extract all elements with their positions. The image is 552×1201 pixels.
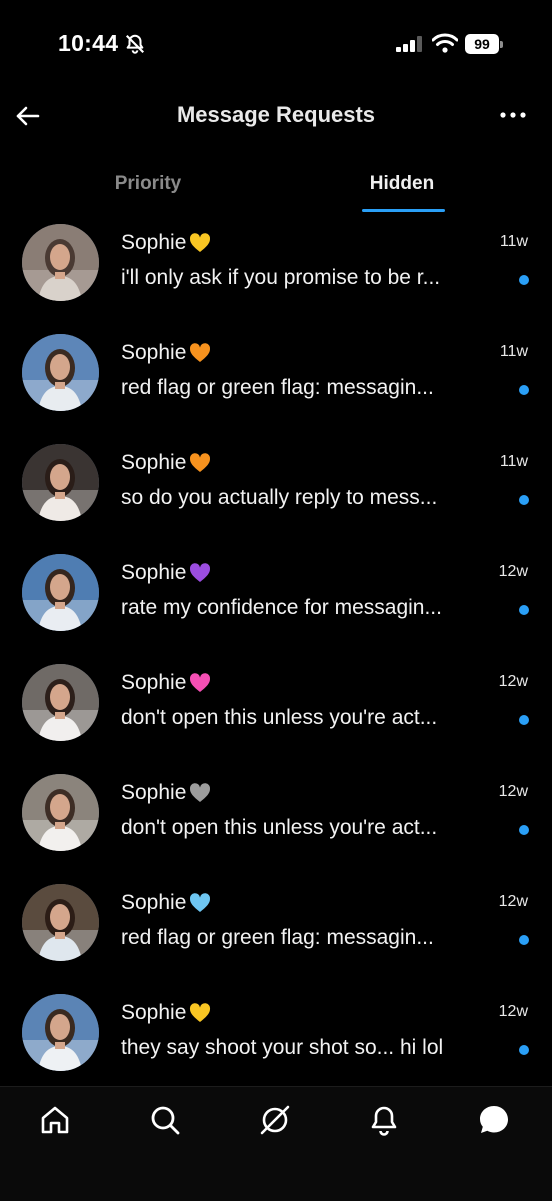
message-time: 12w: [498, 1003, 528, 1020]
sender-name-line: Sophie: [121, 1001, 212, 1025]
avatar[interactable]: [22, 664, 99, 741]
bottom-nav: [0, 1086, 552, 1201]
message-time: 12w: [498, 563, 528, 580]
pink-heart-icon: [190, 673, 211, 692]
battery-indicator: 99: [465, 34, 503, 54]
bell-slash-icon: [125, 34, 145, 54]
explore-icon[interactable]: [258, 1103, 292, 1137]
sender-name: Sophie: [121, 671, 187, 694]
avatar[interactable]: [22, 774, 99, 851]
yellow-heart-icon: [190, 233, 211, 252]
page-title: Message Requests: [176, 102, 376, 127]
message-preview: rate my confidence for messagin...: [121, 596, 442, 619]
status-time: 10:44: [58, 30, 119, 56]
avatar[interactable]: [22, 444, 99, 521]
sender-name: Sophie: [121, 341, 187, 364]
request-list: Sophie 11w i'll only ask if you promise …: [0, 220, 552, 1100]
unread-indicator: [519, 825, 529, 835]
request-tabs: Priority Hidden: [0, 165, 552, 217]
header: Message Requests: [0, 90, 552, 142]
unread-indicator: [519, 495, 529, 505]
wifi-icon: [432, 33, 458, 53]
message-time: 12w: [498, 783, 528, 800]
home-icon[interactable]: [38, 1103, 72, 1137]
status-bar: 10:44 99: [0, 0, 552, 90]
messages-icon[interactable]: [477, 1103, 511, 1137]
tab-hidden[interactable]: Hidden: [342, 173, 462, 195]
grey-heart-icon: [190, 783, 211, 802]
light-blue-heart-icon: [190, 893, 211, 912]
active-tab-indicator: [362, 209, 445, 212]
message-preview: red flag or green flag: messagin...: [121, 926, 434, 949]
message-time: 11w: [499, 453, 528, 470]
avatar[interactable]: [22, 554, 99, 631]
sender-name: Sophie: [121, 561, 187, 584]
battery-level: 99: [465, 34, 499, 54]
message-preview: i'll only ask if you promise to be r...: [121, 266, 441, 289]
message-time: 11w: [499, 233, 528, 250]
message-preview: red flag or green flag: messagin...: [121, 376, 434, 399]
sender-name: Sophie: [121, 781, 187, 804]
message-time: 12w: [498, 893, 528, 910]
tab-priority[interactable]: Priority: [88, 173, 208, 195]
unread-indicator: [519, 1045, 529, 1055]
orange-heart-icon: [190, 453, 211, 472]
list-item[interactable]: Sophie 12w rate my confidence for messag…: [0, 550, 552, 660]
avatar[interactable]: [22, 224, 99, 301]
list-item[interactable]: Sophie 12w don't open this unless you're…: [0, 770, 552, 880]
sender-name: Sophie: [121, 451, 187, 474]
yellow-heart-icon: [190, 1003, 211, 1022]
sender-name-line: Sophie: [121, 341, 212, 365]
unread-indicator: [519, 715, 529, 725]
sender-name: Sophie: [121, 1001, 187, 1024]
battery-tip: [500, 41, 503, 48]
avatar[interactable]: [22, 884, 99, 961]
sender-name: Sophie: [121, 891, 187, 914]
sender-name-line: Sophie: [121, 891, 212, 915]
unread-indicator: [519, 385, 529, 395]
message-preview: they say shoot your shot so... hi lol: [121, 1036, 444, 1059]
message-time: 12w: [498, 673, 528, 690]
sender-name-line: Sophie: [121, 781, 212, 805]
list-item[interactable]: Sophie 11w i'll only ask if you promise …: [0, 220, 552, 330]
purple-heart-icon: [190, 563, 211, 582]
message-time: 11w: [499, 343, 528, 360]
unread-indicator: [519, 275, 529, 285]
message-preview: don't open this unless you're act...: [121, 816, 438, 839]
sender-name-line: Sophie: [121, 671, 212, 695]
list-item[interactable]: Sophie 11w so do you actually reply to m…: [0, 440, 552, 550]
sender-name: Sophie: [121, 231, 187, 254]
list-item[interactable]: Sophie 12w they say shoot your shot so..…: [0, 990, 552, 1100]
sender-name-line: Sophie: [121, 231, 212, 255]
sender-name-line: Sophie: [121, 561, 212, 585]
message-preview: so do you actually reply to mess...: [121, 486, 438, 509]
unread-indicator: [519, 935, 529, 945]
notifications-icon[interactable]: [367, 1103, 401, 1137]
list-item[interactable]: Sophie 11w red flag or green flag: messa…: [0, 330, 552, 440]
more-options-icon[interactable]: [496, 104, 530, 126]
message-preview: don't open this unless you're act...: [121, 706, 438, 729]
orange-heart-icon: [190, 343, 211, 362]
avatar[interactable]: [22, 994, 99, 1071]
unread-indicator: [519, 605, 529, 615]
search-icon[interactable]: [148, 1103, 182, 1137]
avatar[interactable]: [22, 334, 99, 411]
list-item[interactable]: Sophie 12w red flag or green flag: messa…: [0, 880, 552, 990]
sender-name-line: Sophie: [121, 451, 212, 475]
list-item[interactable]: Sophie 12w don't open this unless you're…: [0, 660, 552, 770]
signal-icon: [396, 36, 422, 52]
